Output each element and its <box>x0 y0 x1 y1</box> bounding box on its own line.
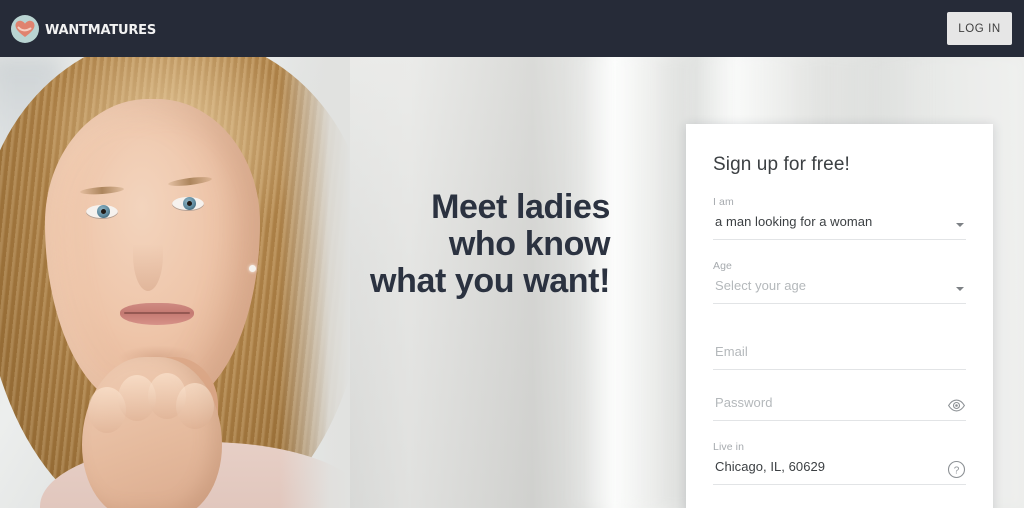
headline-line-1: Meet ladies <box>431 188 610 226</box>
landing-page: WantMatures LOG IN <box>0 0 1024 508</box>
chevron-down-icon[interactable] <box>956 223 964 227</box>
field-i-am-value[interactable]: a man looking for a woman <box>713 209 966 234</box>
field-i-am-label: I am <box>713 196 734 208</box>
field-live-in-label: Live in <box>713 441 745 453</box>
field-password[interactable]: Password <box>713 390 966 421</box>
field-divider <box>713 369 966 370</box>
help-circle-icon[interactable]: ? <box>947 460 966 479</box>
field-age-label: Age <box>713 260 732 272</box>
field-divider <box>713 303 966 304</box>
hero-portrait-image <box>0 57 350 508</box>
signup-form-card: Sign up for free! I am a man looking for… <box>686 124 993 508</box>
field-divider <box>713 239 966 240</box>
email-input[interactable]: Email <box>713 339 966 364</box>
hero-headline: Meet ladies who know what you want! <box>330 189 610 300</box>
heart-logo-icon <box>11 15 39 43</box>
password-input[interactable]: Password <box>713 390 966 415</box>
field-email[interactable]: Email <box>713 339 966 370</box>
chevron-down-icon[interactable] <box>956 287 964 291</box>
site-header: WantMatures LOG IN <box>0 0 1024 57</box>
svg-text:?: ? <box>954 465 960 476</box>
field-live-in-value[interactable]: Chicago, IL, 60629 <box>713 454 966 479</box>
login-button[interactable]: LOG IN <box>947 12 1012 45</box>
field-age-value[interactable]: Select your age <box>713 273 966 298</box>
hero-section: Meet ladies who know what you want! Sign… <box>0 57 1024 508</box>
field-live-in[interactable]: Live in Chicago, IL, 60629 ? <box>713 441 966 485</box>
field-i-am[interactable]: I am a man looking for a woman <box>713 196 966 240</box>
brand-name: WantMatures <box>45 17 157 39</box>
field-age[interactable]: Age Select your age <box>713 260 966 304</box>
eye-icon[interactable] <box>947 396 966 415</box>
signup-title: Sign up for free! <box>713 154 850 175</box>
field-divider <box>713 420 966 421</box>
brand-logo[interactable]: WantMatures <box>11 15 156 43</box>
headline-line-3: what you want! <box>370 262 610 300</box>
headline-line-2: who know <box>448 225 611 263</box>
field-divider <box>713 484 966 485</box>
